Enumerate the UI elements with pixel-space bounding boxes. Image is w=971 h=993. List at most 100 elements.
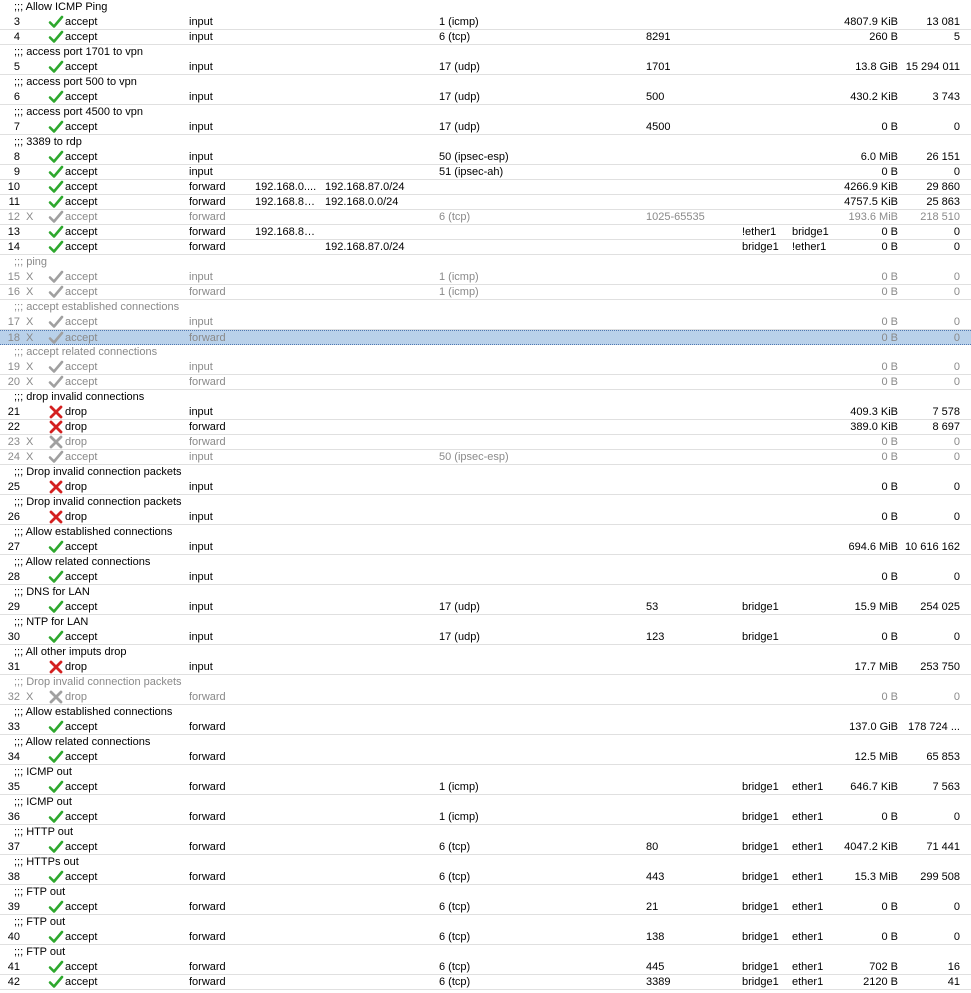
checkmark-icon xyxy=(48,240,64,254)
rule-row[interactable]: X 19 accept input 0 B 0 xyxy=(0,360,971,375)
rule-row[interactable]: 21 drop input 409.3 KiB 7 578 xyxy=(0,405,971,420)
rule-row[interactable]: X 24 accept input 50 (ipsec-esp) 0 B 0 xyxy=(0,450,971,465)
rule-row[interactable]: 29 accept input 17 (udp) 53 bridge1 15.9 MiB 25… xyxy=(0,600,971,615)
rule-comment[interactable]: ;;; 3389 to rdp xyxy=(0,135,971,150)
rule-row[interactable]: 5 accept input 17 (udp) 1701 13.8 GiB 15 294 0… xyxy=(0,60,971,75)
src-address-cell xyxy=(252,480,322,495)
rule-row[interactable]: 36 accept forward 1 (icmp) bridge1 ether1 0 B 0 xyxy=(0,810,971,825)
dst-port-cell xyxy=(643,285,739,300)
rule-row[interactable]: 37 accept forward 6 (tcp) 80 bridge1 ether1 404… xyxy=(0,840,971,855)
rule-row[interactable]: X 23 drop forward 0 B 0 xyxy=(0,435,971,450)
rule-comment[interactable]: ;;; Drop invalid connection packets xyxy=(0,495,971,510)
rule-row[interactable]: 13 accept forward 192.168.87.... !ether1 brid… xyxy=(0,225,971,240)
dst-address-cell xyxy=(322,600,436,615)
rule-comment[interactable]: ;;; FTP out xyxy=(0,885,971,900)
rule-row[interactable]: 27 accept input 694.6 MiB 10 616 162 xyxy=(0,540,971,555)
rule-comment[interactable]: ;;; HTTPs out xyxy=(0,855,971,870)
in-interface-cell: bridge1 xyxy=(742,841,779,853)
rule-row[interactable]: X 32 drop forward 0 B 0 xyxy=(0,690,971,705)
rule-row[interactable]: 40 accept forward 6 (tcp) 138 bridge1 ether1 0 … xyxy=(0,930,971,945)
checkmark-icon xyxy=(48,315,64,329)
action-cell: accept xyxy=(46,810,186,825)
rule-row[interactable]: 10 accept forward 192.168.0.... 192.168.87.0… xyxy=(0,180,971,195)
rule-comment[interactable]: ;;; DNS for LAN xyxy=(0,585,971,600)
rule-row[interactable]: X 15 accept input 1 (icmp) 0 B 0 xyxy=(0,270,971,285)
rule-row[interactable]: 33 accept forward 137.0 GiB 178 724 ... xyxy=(0,720,971,735)
disabled-flag xyxy=(24,510,46,525)
src-address-cell xyxy=(252,690,322,705)
rule-row[interactable]: 14 accept forward 192.168.87.0/24 bridge1 !et… xyxy=(0,240,971,255)
in-interface-cell: bridge1 xyxy=(742,961,779,973)
action-label: accept xyxy=(65,901,98,913)
chain-cell: forward xyxy=(189,931,226,943)
chain-cell: forward xyxy=(189,691,226,703)
out-interface-cell: ether1 xyxy=(792,961,824,973)
rule-comment[interactable]: ;;; HTTP out xyxy=(0,825,971,840)
rule-row[interactable]: 35 accept forward 1 (icmp) bridge1 ether1 646.… xyxy=(0,780,971,795)
rule-row[interactable]: 30 accept input 17 (udp) 123 bridge1 0 B 0 xyxy=(0,630,971,645)
rule-comment[interactable]: ;;; FTP out xyxy=(0,915,971,930)
rule-comment[interactable]: ;;; Allow ICMP Ping xyxy=(0,0,971,15)
checkmark-icon xyxy=(48,720,64,734)
rule-row[interactable]: X 16 accept forward 1 (icmp) 0 B 0 xyxy=(0,285,971,300)
in-interface-cell xyxy=(739,120,789,135)
bytes-cell: 0 B xyxy=(881,286,898,298)
rule-comment[interactable]: ;;; ping xyxy=(0,255,971,270)
src-address-cell xyxy=(252,930,322,945)
rule-comment[interactable]: ;;; drop invalid connections xyxy=(0,390,971,405)
rule-comment[interactable]: ;;; Allow related connections xyxy=(0,735,971,750)
rule-row[interactable]: 9 accept input 51 (ipsec-ah) 0 B 0 xyxy=(0,165,971,180)
rule-row[interactable]: 34 accept forward 12.5 MiB 65 853 xyxy=(0,750,971,765)
rule-row[interactable]: 42 accept forward 6 (tcp) 3389 bridge1 ether1 2… xyxy=(0,975,971,990)
rule-comment[interactable]: ;;; access port 500 to vpn xyxy=(0,75,971,90)
src-address-cell xyxy=(252,210,322,225)
disabled-flag xyxy=(24,420,46,435)
rule-row[interactable]: X 17 accept input 0 B 0 xyxy=(0,315,971,330)
rule-comment[interactable]: ;;; ICMP out xyxy=(0,765,971,780)
packets-cell: 178 724 ... xyxy=(908,721,960,733)
dst-port-cell xyxy=(643,750,739,765)
rule-comment[interactable]: ;;; Allow established connections xyxy=(0,525,971,540)
bytes-cell: 0 B xyxy=(881,511,898,523)
protocol-cell xyxy=(436,420,643,435)
rule-comment[interactable]: ;;; NTP for LAN xyxy=(0,615,971,630)
bytes-cell: 409.3 KiB xyxy=(850,406,898,418)
action-label: accept xyxy=(65,961,98,973)
rule-row[interactable]: 41 accept forward 6 (tcp) 445 bridge1 ether1 70… xyxy=(0,960,971,975)
rule-row[interactable]: 26 drop input 0 B 0 xyxy=(0,510,971,525)
rule-row[interactable]: 22 drop forward 389.0 KiB 8 697 xyxy=(0,420,971,435)
rule-row[interactable]: 28 accept input 0 B 0 xyxy=(0,570,971,585)
rule-comment[interactable]: ;;; Allow established connections xyxy=(0,705,971,720)
rule-row[interactable]: 38 accept forward 6 (tcp) 443 bridge1 ether1 15… xyxy=(0,870,971,885)
rule-row[interactable]: X 20 accept forward 0 B 0 xyxy=(0,375,971,390)
disabled-flag xyxy=(24,840,46,855)
rule-comment[interactable]: ;;; Drop invalid connection packets xyxy=(0,465,971,480)
rule-comment[interactable]: ;;; access port 1701 to vpn xyxy=(0,45,971,60)
rule-row[interactable]: 8 accept input 50 (ipsec-esp) 6.0 MiB 26 151 xyxy=(0,150,971,165)
rule-row[interactable]: X 18 accept forward 0 B 0 xyxy=(0,330,971,345)
protocol-cell: 1 (icmp) xyxy=(439,286,479,298)
rule-row[interactable]: 31 drop input 17.7 MiB 253 750 xyxy=(0,660,971,675)
rule-row[interactable]: 11 accept forward 192.168.87.... 192.168.0.0… xyxy=(0,195,971,210)
rule-comment[interactable]: ;;; FTP out xyxy=(0,945,971,960)
rule-comment[interactable]: ;;; accept established connections xyxy=(0,300,971,315)
rule-comment[interactable]: ;;; accept related connections xyxy=(0,345,971,360)
rule-row[interactable]: 6 accept input 17 (udp) 500 430.2 KiB 3 743 xyxy=(0,90,971,105)
rule-number: 31 xyxy=(7,661,20,673)
rule-comment[interactable]: ;;; Allow related connections xyxy=(0,555,971,570)
rule-comment[interactable]: ;;; All other imputs drop xyxy=(0,645,971,660)
rule-row[interactable]: 25 drop input 0 B 0 xyxy=(0,480,971,495)
rule-comment-text: ;;; access port 1701 to vpn xyxy=(14,46,144,58)
rule-row[interactable]: 4 accept input 6 (tcp) 8291 260 B 5 xyxy=(0,30,971,45)
rule-row[interactable]: 39 accept forward 6 (tcp) 21 bridge1 ether1 0 B… xyxy=(0,900,971,915)
rule-row[interactable]: X 12 accept forward 6 (tcp) 1025-65535 193.6 M… xyxy=(0,210,971,225)
rule-comment[interactable]: ;;; access port 4500 to vpn xyxy=(0,105,971,120)
rule-row[interactable]: 7 accept input 17 (udp) 4500 0 B 0 xyxy=(0,120,971,135)
dst-address-cell xyxy=(322,660,436,675)
rule-comment[interactable]: ;;; Drop invalid connection packets xyxy=(0,675,971,690)
rule-comment-text: ;;; Allow related connections xyxy=(14,736,151,748)
action-label: accept xyxy=(65,286,98,298)
rule-number: 24 xyxy=(7,451,20,463)
rule-row[interactable]: 3 accept input 1 (icmp) 4807.9 KiB 13 081 xyxy=(0,15,971,30)
rule-comment[interactable]: ;;; ICMP out xyxy=(0,795,971,810)
